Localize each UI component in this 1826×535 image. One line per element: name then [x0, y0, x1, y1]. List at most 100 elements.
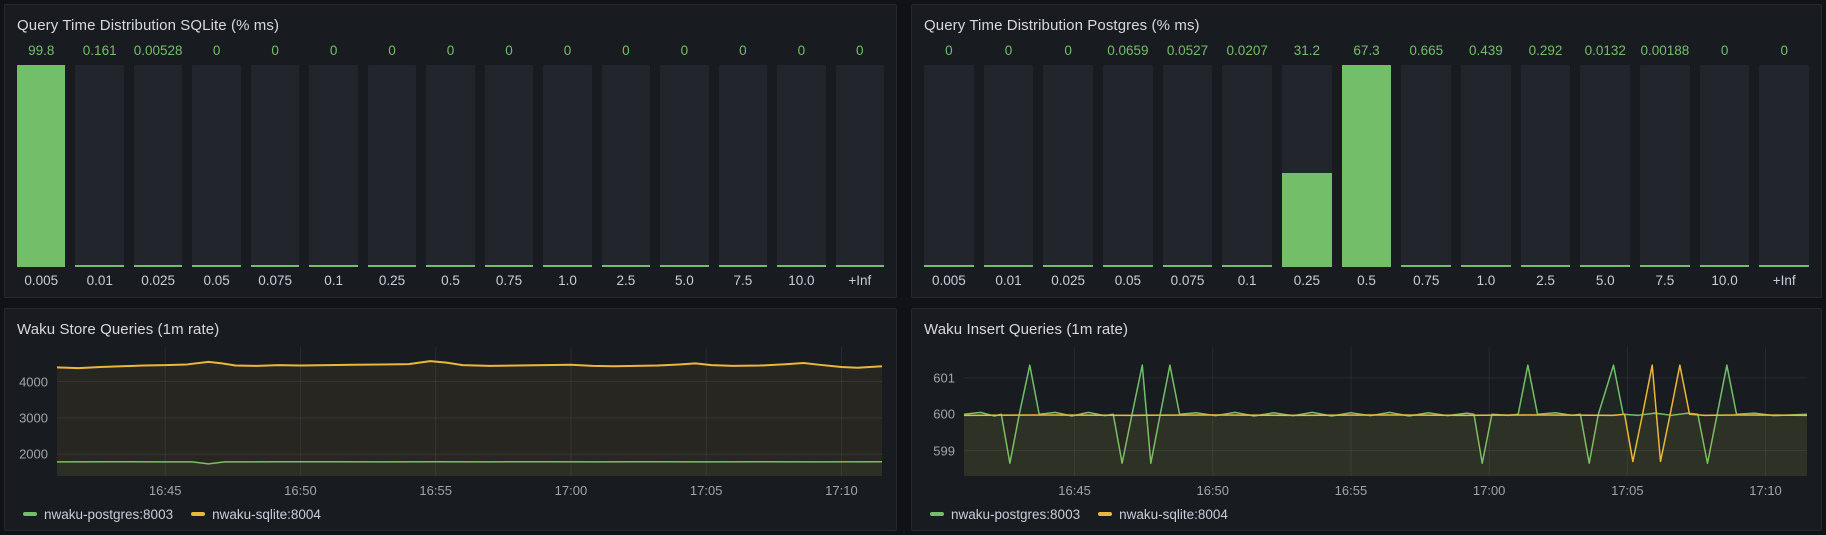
bar-value-label: 0: [1700, 35, 1750, 65]
bar-gauge-cell: 99.80.005: [17, 35, 65, 293]
bar-bucket-label: 5.0: [1580, 267, 1630, 293]
bar-gauge-track: [17, 65, 65, 267]
bar-bucket-label: +Inf: [1759, 267, 1809, 293]
bar-gauge-fill: [1222, 265, 1272, 267]
bar-gauge-track: [1580, 65, 1630, 267]
panel-query-time-sqlite: Query Time Distribution SQLite (% ms) 99…: [4, 4, 897, 298]
bar-gauge-cell: 0.2922.5: [1521, 35, 1571, 293]
bar-gauge-fill: [660, 265, 708, 267]
legend-item[interactable]: nwaku-sqlite:8004: [191, 507, 321, 522]
bar-gauge-track: [426, 65, 474, 267]
bar-gauge-fill: [1700, 265, 1750, 267]
bar-bucket-label: 0.75: [1401, 267, 1451, 293]
timeseries-svg: [964, 347, 1807, 476]
bar-value-label: 0: [251, 35, 299, 65]
panel-title[interactable]: Waku Store Queries (1m rate): [17, 321, 219, 338]
bar-bucket-label: 0.01: [984, 267, 1034, 293]
x-axis-tick-label: 16:45: [1058, 483, 1091, 498]
bar-value-label: 31.2: [1282, 35, 1332, 65]
bar-gauge-track: [1700, 65, 1750, 267]
bar-gauge-track: [1282, 65, 1332, 267]
legend-series-label: nwaku-sqlite:8004: [212, 507, 321, 522]
bar-gauge-cell: 00.01: [984, 35, 1034, 293]
bar-gauge-fill: [426, 265, 474, 267]
bar-gauge-fill: [719, 265, 767, 267]
bar-gauge-fill: [1461, 265, 1511, 267]
bar-gauge-cell: 0.001887.5: [1640, 35, 1690, 293]
bar-gauge-track: [660, 65, 708, 267]
bar-gauge-fill: [75, 265, 123, 267]
x-axis-tick-label: 16:45: [149, 483, 182, 498]
bar-gauge-cell: 31.20.25: [1282, 35, 1332, 293]
bar-bucket-label: 0.1: [309, 267, 357, 293]
x-axis-tick-label: 17:05: [1611, 483, 1644, 498]
bar-gauge-fill: [1282, 173, 1332, 267]
bar-value-label: 0.439: [1461, 35, 1511, 65]
bar-gauge-fill: [1163, 265, 1213, 267]
bar-bucket-label: 0.005: [924, 267, 974, 293]
bar-gauge-track: [1461, 65, 1511, 267]
bar-value-label: 0.161: [75, 35, 123, 65]
bar-gauge-cell: 00.25: [368, 35, 416, 293]
bar-bucket-label: 1.0: [1461, 267, 1511, 293]
legend-item[interactable]: nwaku-postgres:8003: [930, 507, 1080, 522]
bar-bucket-label: 0.1: [1222, 267, 1272, 293]
legend-item[interactable]: nwaku-postgres:8003: [23, 507, 173, 522]
bar-gauge-track: [1043, 65, 1093, 267]
bar-gauge-track: [192, 65, 240, 267]
bar-value-label: 0: [1759, 35, 1809, 65]
bar-gauge-fill: [1640, 265, 1690, 267]
plot-area[interactable]: [57, 347, 882, 476]
bar-gauge-cell: 00.5: [426, 35, 474, 293]
panel-title[interactable]: Query Time Distribution SQLite (% ms): [17, 17, 279, 34]
bar-value-label: 0: [192, 35, 240, 65]
bar-gauge-cell: 010.0: [1700, 35, 1750, 293]
panel-title[interactable]: Query Time Distribution Postgres (% ms): [924, 17, 1200, 34]
bar-gauge-cell: 00.025: [1043, 35, 1093, 293]
bar-gauge-cell: 010.0: [777, 35, 825, 293]
bar-gauge-fill: [1521, 265, 1571, 267]
bar-bucket-label: 0.75: [485, 267, 533, 293]
bar-gauge-chart-sqlite: 99.80.0050.1610.010.005280.02500.0500.07…: [5, 35, 896, 297]
bar-bucket-label: 5.0: [660, 267, 708, 293]
bar-bucket-label: 0.075: [1163, 267, 1213, 293]
bar-gauge-fill: [485, 265, 533, 267]
bar-gauge-cell: 00.1: [309, 35, 357, 293]
bar-gauge-cell: 0.06590.05: [1103, 35, 1153, 293]
bar-gauge-cell: 0.005280.025: [134, 35, 182, 293]
y-axis: 599600601: [920, 347, 964, 476]
bar-gauge-cell: 05.0: [660, 35, 708, 293]
series-fill-nwaku-sqlite:8004: [57, 361, 882, 476]
panel-title[interactable]: Waku Insert Queries (1m rate): [924, 321, 1128, 338]
bar-value-label: 0.0132: [1580, 35, 1630, 65]
x-axis-tick-label: 17:10: [825, 483, 858, 498]
bar-gauge-cell: 0 +Inf: [1759, 35, 1809, 293]
bar-gauge-fill: [1043, 265, 1093, 267]
bar-value-label: 0: [309, 35, 357, 65]
bar-value-label: 0: [368, 35, 416, 65]
bar-gauge-track: [777, 65, 825, 267]
panel-waku-store-queries: Waku Store Queries (1m rate) 20003000400…: [4, 308, 897, 531]
x-axis-tick-label: 17:10: [1749, 483, 1782, 498]
bar-gauge-fill: [543, 265, 591, 267]
bar-value-label: 0: [984, 35, 1034, 65]
bar-gauge-fill: [984, 265, 1034, 267]
bar-bucket-label: 10.0: [1700, 267, 1750, 293]
bar-gauge-track: [485, 65, 533, 267]
bar-gauge-cell: 01.0: [543, 35, 591, 293]
x-axis-tick-label: 17:05: [690, 483, 723, 498]
bar-value-label: 0: [602, 35, 650, 65]
bar-value-label: 0.292: [1521, 35, 1571, 65]
bar-gauge-chart-postgres: 00.00500.0100.0250.06590.050.05270.0750.…: [912, 35, 1821, 297]
bar-gauge-track: [251, 65, 299, 267]
bar-bucket-label: 0.05: [192, 267, 240, 293]
bar-gauge-track: [1342, 65, 1392, 267]
bar-bucket-label: 0.025: [1043, 267, 1093, 293]
legend-item[interactable]: nwaku-sqlite:8004: [1098, 507, 1228, 522]
bar-gauge-track: [1222, 65, 1272, 267]
bar-value-label: 0: [836, 35, 884, 65]
bar-gauge-cell: 00.005: [924, 35, 974, 293]
bar-gauge-fill: [777, 265, 825, 267]
plot-area[interactable]: [964, 347, 1807, 476]
bar-gauge-track: [924, 65, 974, 267]
